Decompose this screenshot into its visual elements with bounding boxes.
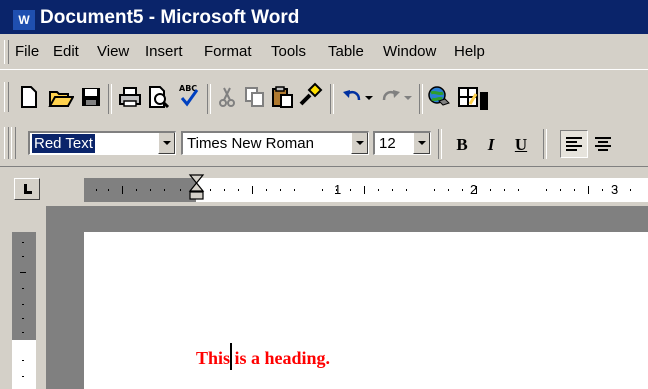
indent-marker-icon[interactable] — [188, 174, 206, 204]
menu-help[interactable]: Help — [454, 42, 485, 62]
formatting-toolbar: Red Text Times New Roman 12 B I U — [0, 121, 648, 166]
toolbar-separator — [108, 84, 112, 114]
align-left-button[interactable] — [560, 130, 588, 158]
ruler-number: 2 — [470, 182, 478, 197]
toolbar-separator — [330, 84, 334, 114]
ruler-ticks — [96, 186, 631, 194]
spelling-check-icon[interactable]: ABC — [176, 82, 202, 108]
left-tab-icon — [24, 184, 32, 194]
horizontal-ruler[interactable]: 1 2 3 — [84, 174, 648, 202]
menu-file[interactable]: File — [15, 42, 39, 62]
toolbar-overflow-edge — [480, 92, 488, 110]
menu-bar: File Edit View Insert Format Tools Table… — [0, 34, 648, 69]
menu-tools[interactable]: Tools — [271, 42, 306, 62]
toolbar-gripper — [11, 127, 16, 159]
menu-view[interactable]: View — [97, 42, 129, 62]
open-folder-icon[interactable] — [48, 84, 74, 110]
redo-dropdown-chevron-down-icon[interactable] — [402, 84, 414, 110]
align-center-icon — [595, 137, 611, 151]
hyperlink-icon[interactable] — [426, 84, 452, 110]
word-icon[interactable]: W — [12, 9, 36, 31]
menu-window[interactable]: Window — [383, 42, 436, 62]
vertical-ruler[interactable] — [12, 232, 36, 389]
tab-selector-button[interactable] — [14, 178, 40, 200]
toolbar-separator — [438, 129, 442, 159]
print-preview-icon[interactable] — [146, 84, 172, 110]
align-center-button[interactable] — [590, 131, 616, 157]
ruler-number: 1 — [334, 182, 342, 197]
font-value: Times New Roman — [187, 135, 314, 152]
save-disk-icon[interactable] — [78, 84, 104, 110]
vertical-ruler-ticks — [20, 242, 26, 377]
underline-button[interactable]: U — [508, 132, 534, 158]
style-chevron-down-icon[interactable] — [158, 133, 175, 154]
tables-borders-icon[interactable] — [455, 84, 481, 110]
window-title: Document5 - Microsoft Word — [40, 7, 300, 28]
standard-toolbar: ABC — [0, 69, 648, 122]
toolbar-separator — [207, 84, 211, 114]
toolbar-separator — [543, 129, 547, 159]
font-dropdown[interactable]: Times New Roman — [181, 131, 369, 155]
undo-icon[interactable] — [339, 84, 365, 110]
menu-insert[interactable]: Insert — [145, 42, 183, 62]
toolbar-separator — [419, 84, 423, 114]
style-dropdown[interactable]: Red Text — [28, 131, 176, 155]
italic-button[interactable]: I — [478, 132, 504, 158]
cut-icon[interactable] — [214, 84, 240, 110]
ruler-number: 3 — [611, 182, 619, 197]
style-value: Red Text — [32, 134, 95, 153]
menu-table[interactable]: Table — [328, 42, 364, 62]
document-page[interactable] — [84, 232, 648, 389]
paste-icon[interactable] — [270, 84, 296, 110]
font-size-chevron-down-icon[interactable] — [413, 133, 430, 154]
font-chevron-down-icon[interactable] — [351, 133, 368, 154]
text-cursor — [230, 343, 232, 370]
align-left-icon — [566, 137, 582, 151]
menu-gripper[interactable] — [4, 40, 9, 64]
font-size-value: 12 — [379, 135, 396, 152]
title-bar: W Document5 - Microsoft Word — [0, 0, 648, 34]
copy-icon[interactable] — [242, 84, 268, 110]
format-painter-icon[interactable] — [298, 82, 324, 108]
redo-icon[interactable] — [378, 84, 404, 110]
toolbar-gripper[interactable] — [4, 127, 9, 159]
menu-edit[interactable]: Edit — [53, 42, 79, 62]
bold-button[interactable]: B — [449, 132, 475, 158]
new-document-icon[interactable] — [16, 84, 42, 110]
menu-format[interactable]: Format — [204, 42, 252, 62]
document-heading[interactable]: This is a heading. — [196, 347, 330, 369]
toolbar-gripper[interactable] — [4, 82, 9, 112]
print-icon[interactable] — [117, 84, 143, 110]
undo-dropdown-chevron-down-icon[interactable] — [363, 84, 375, 110]
font-size-dropdown[interactable]: 12 — [373, 131, 431, 155]
